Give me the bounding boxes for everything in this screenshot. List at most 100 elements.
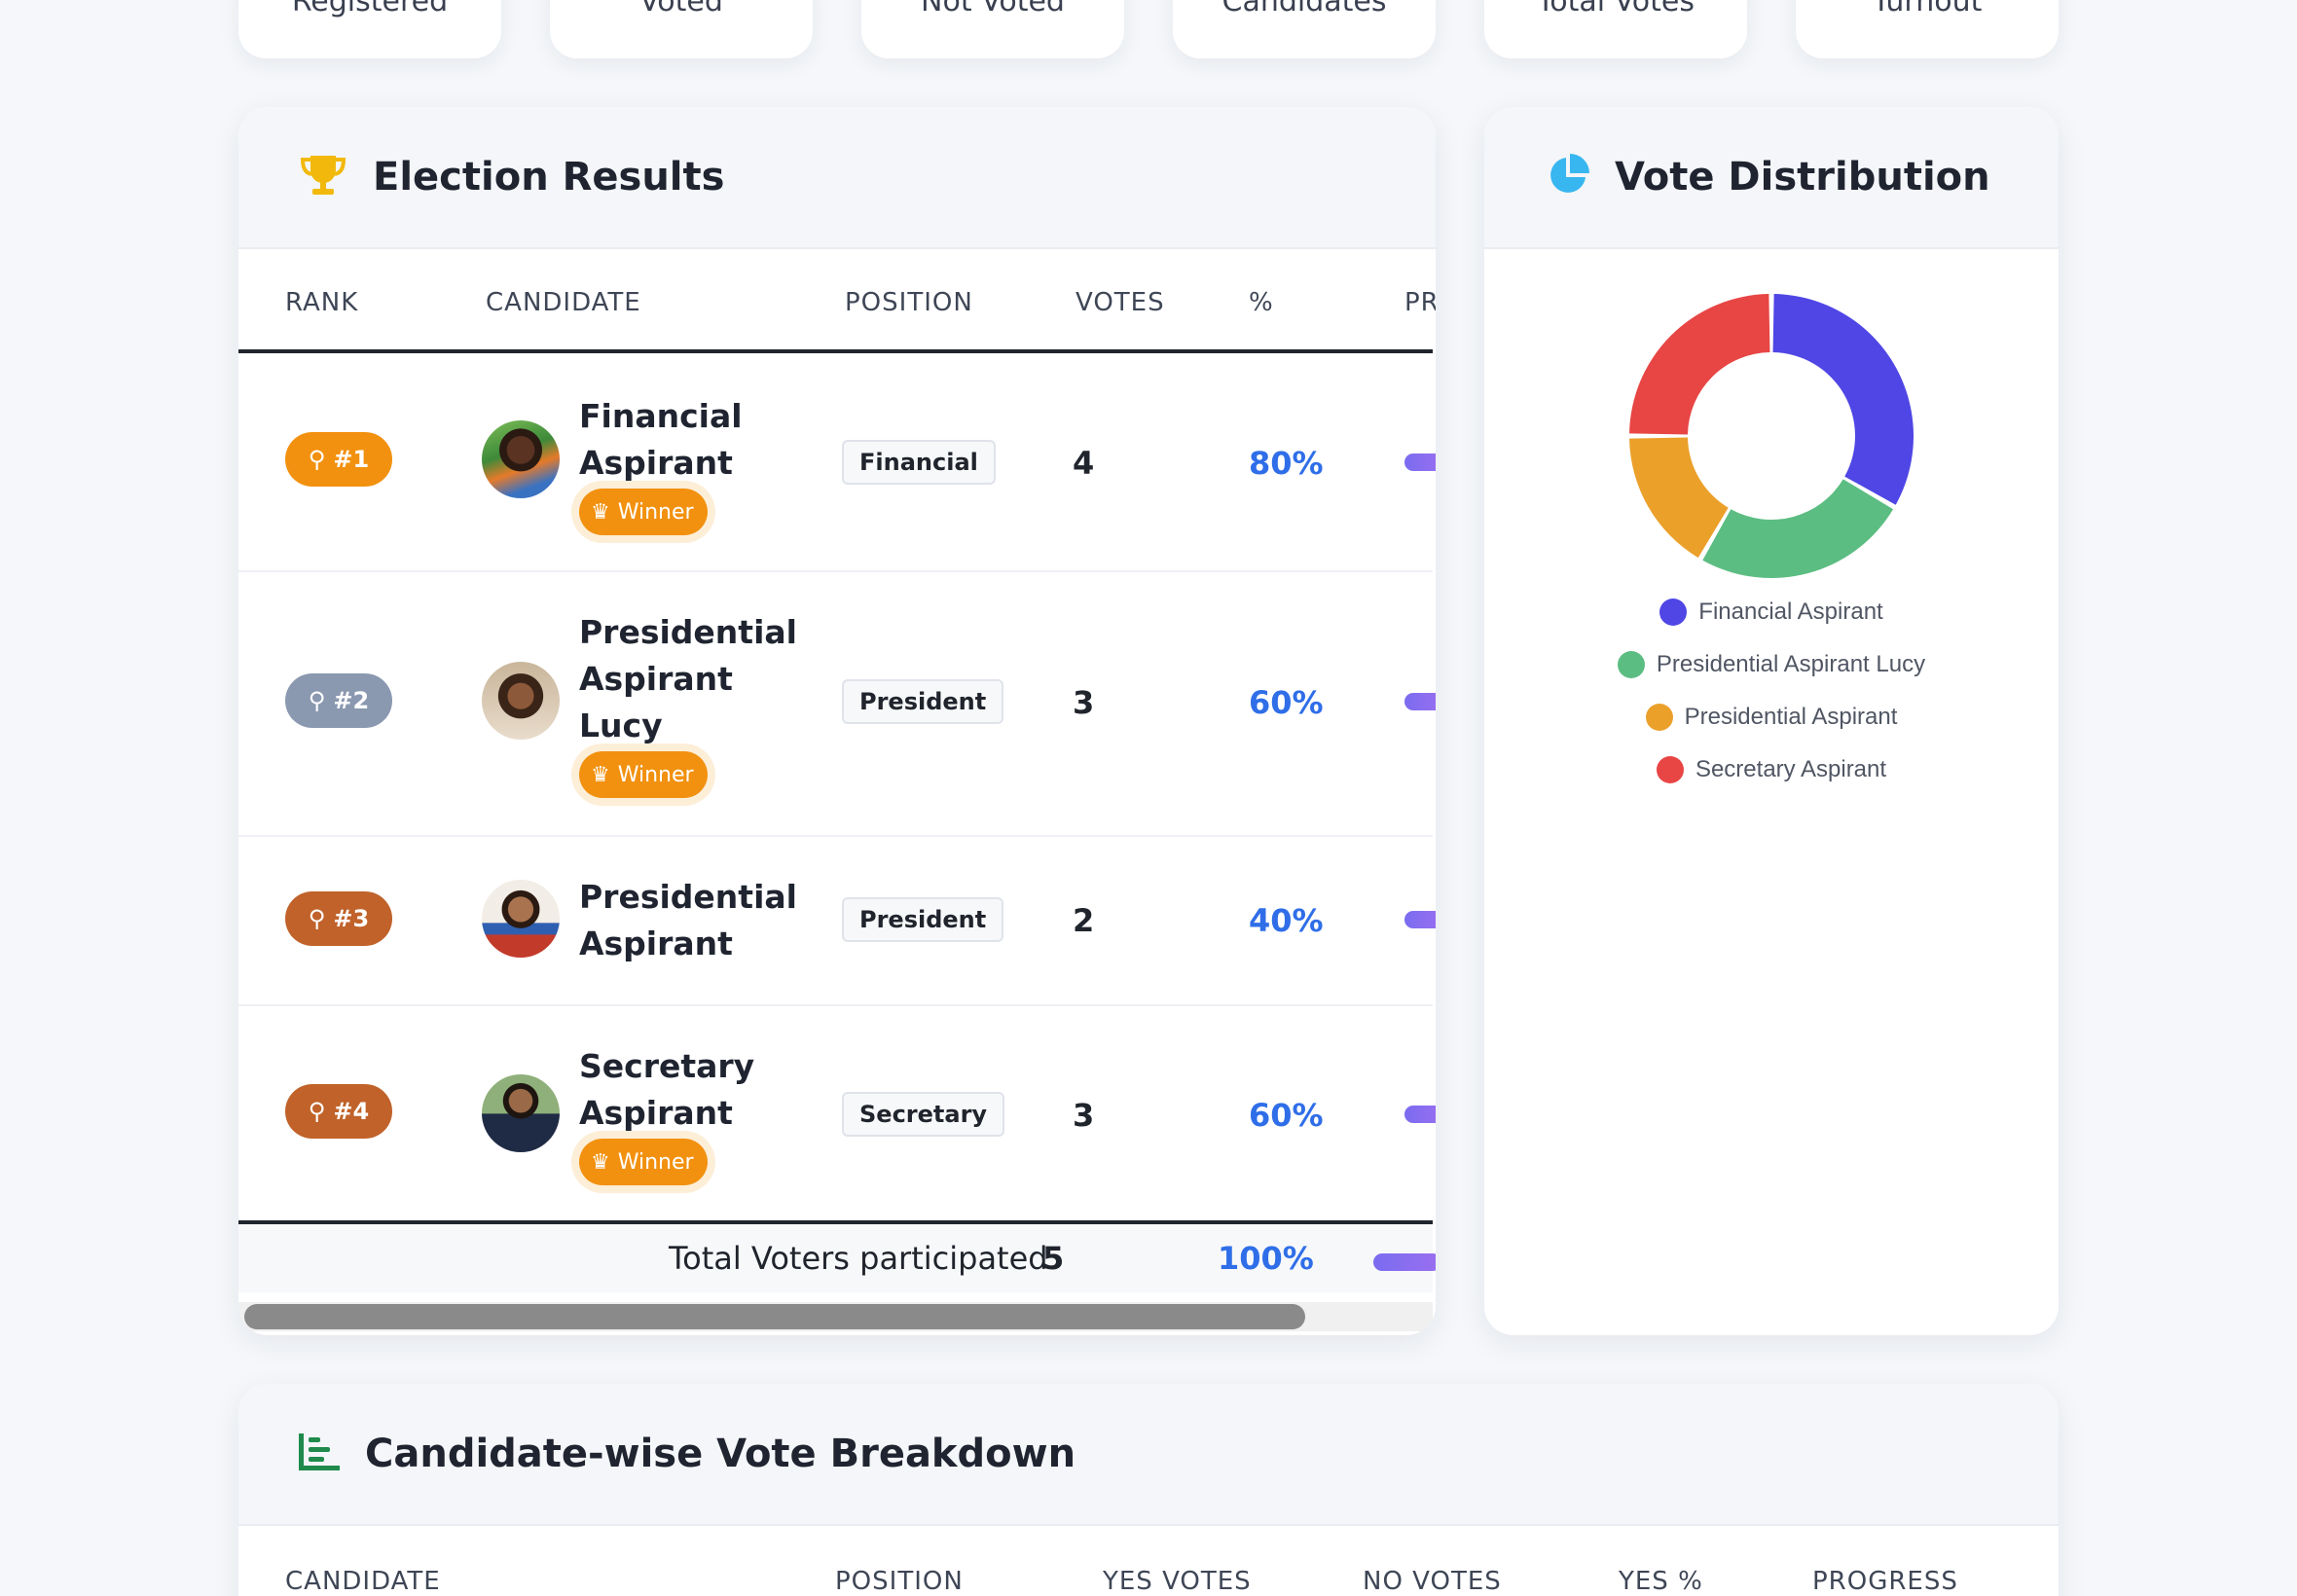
header-divider: [238, 349, 1433, 353]
col-yes-percent: YES %: [1619, 1567, 1703, 1596]
vote-percent: 60%: [1249, 684, 1324, 721]
vote-distribution-header: Vote Distribution: [1484, 107, 2059, 249]
position-tag: Financial: [842, 440, 996, 485]
legend-label: Presidential Aspirant: [1684, 704, 1898, 730]
legend-label: Secretary Aspirant: [1695, 756, 1887, 782]
col-position: POSITION: [835, 1567, 964, 1596]
horizontal-scrollbar[interactable]: [238, 1302, 1433, 1331]
donut-slice[interactable]: [1772, 294, 1914, 505]
vote-distribution-card: Vote Distribution Financial Aspirant Pres…: [1484, 107, 2059, 1335]
legend-label: Presidential Aspirant Lucy: [1656, 651, 1926, 677]
crown-icon: ♛: [591, 499, 610, 525]
vote-percent: 80%: [1249, 445, 1324, 482]
donut-slice[interactable]: [1629, 294, 1770, 435]
vote-count: 3: [1073, 1097, 1095, 1134]
vote-distribution-title: Vote Distribution: [1615, 155, 1990, 200]
col-yes-votes: YES VOTES: [1103, 1567, 1252, 1596]
vote-percent: 60%: [1249, 1097, 1324, 1134]
stat-card-total-votes: Total Votes: [1484, 0, 1747, 58]
medal-icon: ⚲: [308, 1098, 326, 1125]
crown-icon: ♛: [591, 1149, 610, 1175]
vote-count: 2: [1073, 902, 1095, 939]
position-tag: President: [842, 897, 1004, 942]
row-divider: [238, 835, 1433, 837]
crown-icon: ♛: [591, 762, 610, 787]
stat-card-candidates: Candidates: [1173, 0, 1436, 58]
stat-card-registered: Registered: [238, 0, 501, 58]
position-tag: Secretary: [842, 1092, 1005, 1137]
progress-bar: [1404, 911, 1436, 928]
winner-badge: ♛ Winner: [579, 1139, 708, 1185]
legend-item[interactable]: Presidential Aspirant: [1484, 704, 2059, 731]
row-divider: [238, 570, 1433, 572]
col-rank: RANK: [285, 288, 359, 317]
scrollbar-thumb[interactable]: [244, 1304, 1305, 1329]
col-no-votes: NO VOTES: [1363, 1567, 1502, 1596]
candidate-name: Presidential Aspirant Lucy: [579, 613, 797, 744]
legend-item[interactable]: Financial Aspirant: [1484, 598, 2059, 626]
election-results-header: Election Results: [238, 107, 1436, 249]
donut-slice[interactable]: [1629, 437, 1729, 559]
rank-badge: ⚲ #3: [285, 891, 392, 946]
candidate-name: Secretary Aspirant: [579, 1047, 755, 1132]
legend-item[interactable]: Presidential Aspirant Lucy: [1484, 651, 2059, 678]
vote-percent: 40%: [1249, 902, 1324, 939]
avatar: [482, 880, 560, 958]
vote-distribution-donut: [1629, 294, 1914, 578]
vote-breakdown-title: Candidate-wise Vote Breakdown: [365, 1432, 1076, 1476]
avatar: [482, 420, 560, 498]
election-results-card: Election Results RANK CANDIDATE POSITION…: [238, 107, 1436, 1335]
stat-card-not-voted: Not Voted: [861, 0, 1124, 58]
legend-swatch: [1645, 704, 1673, 731]
vote-count: 3: [1073, 684, 1095, 721]
col-votes: VOTES: [1076, 288, 1165, 317]
progress-bar: [1404, 693, 1436, 710]
winner-badge: ♛ Winner: [579, 751, 708, 798]
row-divider: [238, 1004, 1433, 1006]
position-tag: President: [842, 679, 1004, 724]
total-voters-count: 5: [1042, 1240, 1065, 1277]
trophy-icon: [299, 154, 347, 200]
bar-chart-icon: [299, 1433, 340, 1474]
col-progress: PROGRESS: [1812, 1567, 1958, 1596]
stat-label: Voted: [639, 0, 723, 18]
total-voters-label: Total Voters participated: [669, 1240, 1048, 1277]
legend-label: Financial Aspirant: [1698, 598, 1883, 625]
results-table-header: [238, 251, 1433, 459]
stat-card-turnout: Turnout: [1796, 0, 2059, 58]
rank-badge: ⚲ #4: [285, 1084, 392, 1139]
results-footer: Total Voters participated 5 100%: [238, 1224, 1436, 1292]
candidate-name: Financial Aspirant: [579, 397, 743, 482]
stat-label: Not Voted: [921, 0, 1065, 18]
stat-label: Turnout: [1872, 0, 1983, 18]
stat-label: Registered: [291, 0, 449, 18]
vote-breakdown-header: Candidate-wise Vote Breakdown: [238, 1384, 2059, 1526]
pie-chart-icon: [1547, 154, 1589, 200]
progress-bar: [1404, 453, 1436, 471]
col-candidate: CANDIDATE: [486, 288, 641, 317]
candidate-name: Presidential Aspirant: [579, 878, 797, 962]
total-progress-bar: [1373, 1253, 1436, 1271]
election-results-title: Election Results: [373, 155, 725, 200]
stat-label: Candidates: [1221, 0, 1387, 18]
col-candidate: CANDIDATE: [285, 1567, 441, 1596]
legend-swatch: [1659, 598, 1688, 626]
legend-item[interactable]: Secretary Aspirant: [1484, 756, 2059, 783]
progress-bar: [1404, 1106, 1436, 1123]
col-position: POSITION: [845, 288, 973, 317]
rank-badge: ⚲ #1: [285, 432, 392, 487]
col-progress: PR: [1404, 288, 1436, 317]
donut-slice[interactable]: [1702, 479, 1894, 578]
avatar: [482, 662, 560, 740]
medal-icon: ⚲: [308, 905, 326, 932]
medal-icon: ⚲: [308, 446, 326, 473]
medal-icon: ⚲: [308, 687, 326, 714]
legend-swatch: [1656, 756, 1684, 783]
total-voters-percent: 100%: [1218, 1240, 1314, 1277]
stat-label: Total Votes: [1537, 0, 1695, 18]
vote-breakdown-card: Candidate-wise Vote Breakdown CANDIDATE …: [238, 1384, 2059, 1596]
winner-badge: ♛ Winner: [579, 489, 708, 535]
vote-count: 4: [1073, 445, 1095, 482]
stat-card-voted: Voted: [550, 0, 813, 58]
avatar: [482, 1074, 560, 1152]
